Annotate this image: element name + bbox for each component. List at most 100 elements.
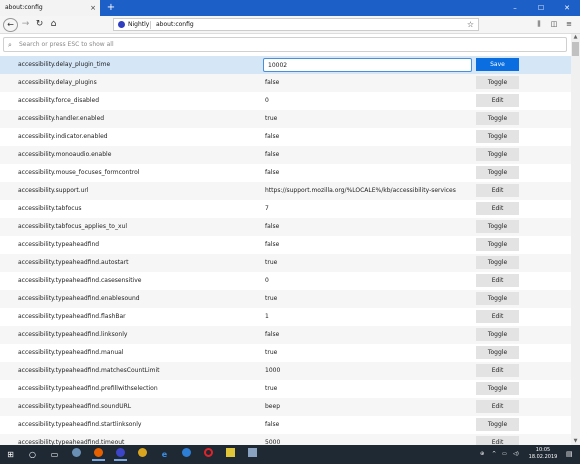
- back-button[interactable]: ←: [3, 18, 18, 32]
- edit-button[interactable]: Edit: [476, 364, 519, 377]
- library-icon[interactable]: ⫼: [533, 19, 545, 30]
- tray-chevron-icon[interactable]: ^: [492, 449, 496, 460]
- app-icon-2[interactable]: [224, 448, 237, 461]
- edit-button[interactable]: Edit: [476, 436, 519, 445]
- pref-value: false: [265, 421, 280, 428]
- tray-network-icon[interactable]: ▭: [502, 449, 507, 460]
- scrollbar-thumb[interactable]: [572, 42, 579, 56]
- pref-row[interactable]: accessibility.typeaheadfind.startlinkson…: [0, 416, 571, 434]
- reload-button[interactable]: ↻: [34, 18, 45, 31]
- pref-row[interactable]: accessibility.handler.enabled true Toggle: [0, 110, 571, 128]
- pref-value: 5000: [265, 439, 281, 445]
- pref-row[interactable]: accessibility.typeaheadfind.timeout 5000 E…: [0, 434, 571, 445]
- chrome-taskbar-icon[interactable]: [136, 448, 149, 461]
- home-button[interactable]: ⌂: [48, 18, 59, 31]
- task-view-button[interactable]: ▭: [48, 448, 61, 461]
- toggle-button[interactable]: Toggle: [476, 112, 519, 125]
- toggle-button[interactable]: Toggle: [476, 238, 519, 251]
- toggle-button[interactable]: Toggle: [476, 256, 519, 269]
- menu-icon[interactable]: ≡: [563, 19, 575, 30]
- pref-row[interactable]: accessibility.typeaheadfind.autostart tru…: [0, 254, 571, 272]
- search-input[interactable]: Search or press ESC to show all: [19, 38, 114, 52]
- pref-row[interactable]: accessibility.typeaheadfind.flashBar 1 Edi…: [0, 308, 571, 326]
- sidebar-icon[interactable]: ◫: [548, 19, 560, 30]
- scroll-up-arrow-icon[interactable]: ▲: [571, 34, 580, 41]
- tab-title: about:config: [5, 4, 43, 11]
- url-text[interactable]: about:config: [156, 19, 194, 31]
- toggle-button[interactable]: Toggle: [476, 166, 519, 179]
- tab-close-icon[interactable]: ×: [90, 0, 96, 16]
- pref-row[interactable]: accessibility.typeaheadfind.matchesCount…: [0, 362, 571, 380]
- toggle-button[interactable]: Toggle: [476, 346, 519, 359]
- toggle-button[interactable]: Toggle: [476, 328, 519, 341]
- nightly-taskbar-icon[interactable]: [114, 448, 127, 461]
- pref-row[interactable]: accessibility.monoaudio.enable false Toggl…: [0, 146, 571, 164]
- bookmark-star-icon[interactable]: ☆: [467, 19, 474, 31]
- toggle-button[interactable]: Toggle: [476, 130, 519, 143]
- pref-row[interactable]: accessibility.support.url https://support…: [0, 182, 571, 200]
- pref-name: accessibility.mouse_focuses_formcontrol: [18, 169, 140, 176]
- window-close-button[interactable]: ✕: [556, 0, 578, 16]
- pref-name: accessibility.typeaheadfind.timeout: [18, 439, 125, 445]
- pref-row[interactable]: accessibility.delay_plugin_time Save: [0, 56, 571, 74]
- pref-value: false: [265, 79, 280, 86]
- toggle-button[interactable]: Toggle: [476, 292, 519, 305]
- tab-about-config[interactable]: about:config ×: [0, 0, 100, 16]
- pref-row[interactable]: accessibility.typeaheadfind.casesensitiv…: [0, 272, 571, 290]
- toggle-button[interactable]: Toggle: [476, 418, 519, 431]
- pref-row[interactable]: accessibility.typeaheadfind.manual true To…: [0, 344, 571, 362]
- app-icon-1[interactable]: [70, 448, 83, 461]
- edit-button[interactable]: Edit: [476, 94, 519, 107]
- url-identity-label[interactable]: Nightly: [128, 19, 149, 31]
- pref-value: false: [265, 241, 280, 248]
- pref-name: accessibility.indicator.enabled: [18, 133, 108, 140]
- ie-taskbar-icon[interactable]: [180, 448, 193, 461]
- edit-button[interactable]: Edit: [476, 310, 519, 323]
- edge-taskbar-icon[interactable]: e: [158, 448, 171, 461]
- pref-row[interactable]: accessibility.typeaheadfind.soundURL beep…: [0, 398, 571, 416]
- notifications-icon[interactable]: ▤: [566, 449, 573, 460]
- app-icon-3[interactable]: [246, 448, 259, 461]
- pref-row[interactable]: accessibility.tabfocus_applies_to_xul fal…: [0, 218, 571, 236]
- minimize-button[interactable]: –: [504, 0, 526, 16]
- forward-button[interactable]: →: [20, 18, 31, 31]
- clock[interactable]: 10:05 18.02.2019: [526, 447, 560, 461]
- edit-button[interactable]: Edit: [476, 274, 519, 287]
- new-tab-button[interactable]: +: [105, 0, 117, 16]
- tray-volume-icon[interactable]: ◁): [513, 449, 519, 460]
- toggle-button[interactable]: Toggle: [476, 220, 519, 233]
- toggle-button[interactable]: Toggle: [476, 76, 519, 89]
- about-config-page: ⌕ Search or press ESC to show all access…: [0, 34, 580, 445]
- firefox-taskbar-icon[interactable]: [92, 448, 105, 461]
- pref-value-input[interactable]: [263, 58, 472, 72]
- edit-button[interactable]: Edit: [476, 400, 519, 413]
- toggle-button[interactable]: Toggle: [476, 148, 519, 161]
- pref-name: accessibility.delay_plugins: [18, 79, 97, 86]
- scrollbar[interactable]: ▲ ▼: [571, 34, 580, 445]
- pref-row[interactable]: accessibility.typeaheadfind false Toggle: [0, 236, 571, 254]
- edit-button[interactable]: Edit: [476, 184, 519, 197]
- pref-name: accessibility.typeaheadfind.enablesound: [18, 295, 140, 302]
- maximize-button[interactable]: ☐: [530, 0, 552, 16]
- scroll-down-arrow-icon[interactable]: ▼: [571, 438, 580, 445]
- pref-row[interactable]: accessibility.typeaheadfind.linksonly fal…: [0, 326, 571, 344]
- opera-taskbar-icon[interactable]: [202, 448, 215, 461]
- start-button[interactable]: ⊞: [4, 448, 17, 461]
- url-separator: [150, 21, 151, 29]
- tray-people-icon[interactable]: ⊕: [480, 449, 484, 460]
- edit-button[interactable]: Edit: [476, 202, 519, 215]
- pref-row[interactable]: accessibility.typeaheadfind.enablesound t…: [0, 290, 571, 308]
- pref-row[interactable]: accessibility.mouse_focuses_formcontrol f…: [0, 164, 571, 182]
- toggle-button[interactable]: Toggle: [476, 382, 519, 395]
- pref-row[interactable]: accessibility.delay_plugins false Toggle: [0, 74, 571, 92]
- pref-row[interactable]: accessibility.force_disabled 0 Edit: [0, 92, 571, 110]
- pref-row[interactable]: accessibility.indicator.enabled false Togg…: [0, 128, 571, 146]
- pref-value: 0: [265, 277, 269, 284]
- search-box[interactable]: ⌕ Search or press ESC to show all: [3, 37, 567, 52]
- save-button[interactable]: Save: [476, 58, 519, 71]
- search-taskbar-button[interactable]: ○: [26, 448, 39, 461]
- pref-row[interactable]: accessibility.typeaheadfind.prefillwiths…: [0, 380, 571, 398]
- pref-value: false: [265, 133, 280, 140]
- pref-row[interactable]: accessibility.tabfocus 7 Edit: [0, 200, 571, 218]
- url-bar[interactable]: Nightly about:config ☆: [113, 18, 479, 31]
